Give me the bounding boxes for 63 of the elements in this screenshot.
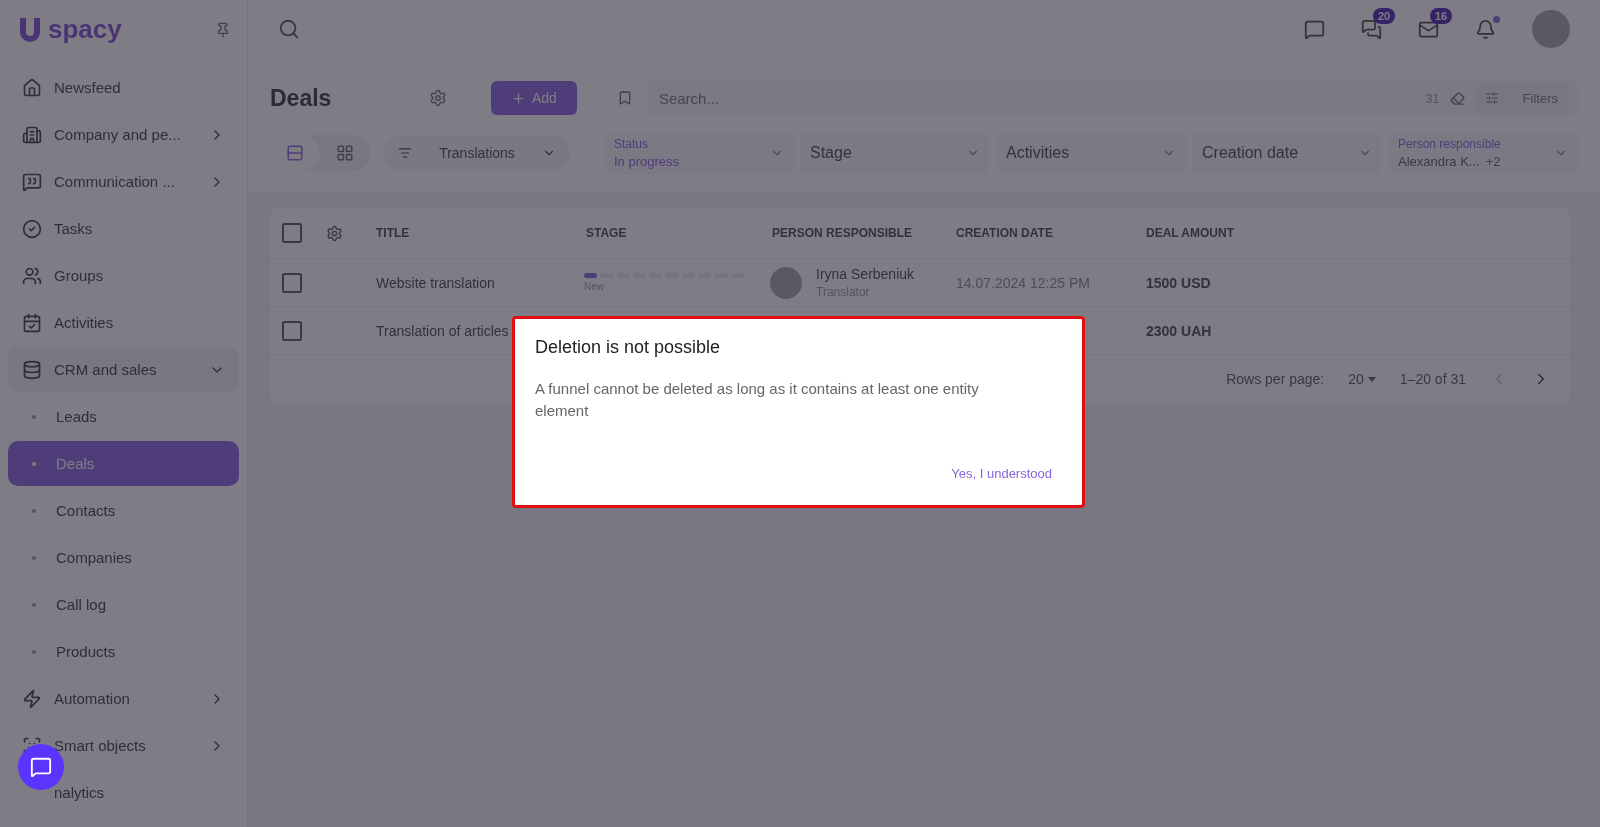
column-header[interactable]: DEAL AMOUNT bbox=[1122, 226, 1570, 240]
checkbox[interactable] bbox=[282, 223, 302, 243]
filter-icon bbox=[398, 146, 412, 160]
rows-per-page-select[interactable]: 20 bbox=[1348, 371, 1376, 387]
users-icon bbox=[22, 265, 42, 286]
checkbox[interactable] bbox=[282, 320, 302, 341]
page-title: Deals bbox=[270, 84, 333, 112]
confirm-button[interactable]: Yes, I understood bbox=[941, 460, 1062, 487]
user-avatar[interactable] bbox=[1532, 10, 1570, 48]
sidebar-subitem[interactable]: Call log bbox=[8, 582, 239, 627]
sidebar-item[interactable]: CRM and sales bbox=[8, 347, 239, 392]
logo[interactable]: spacy bbox=[16, 14, 122, 45]
dialog-message: A funnel cannot be deleted as long as it contains at least one entity element bbox=[535, 379, 980, 421]
sidebar-item[interactable]: nalytics bbox=[8, 770, 239, 815]
avatar-placeholder bbox=[770, 266, 802, 299]
bell-icon[interactable] bbox=[1475, 18, 1496, 40]
page-range: 1–20 of 31 bbox=[1399, 371, 1466, 387]
grid-icon bbox=[336, 144, 354, 162]
caret-down-icon bbox=[1367, 376, 1376, 382]
table-cell-text: 1500 USD bbox=[1145, 274, 1212, 291]
rows-icon bbox=[286, 144, 304, 162]
settings-icon[interactable] bbox=[429, 89, 447, 107]
sidebar-subitem[interactable]: Contacts bbox=[8, 488, 239, 533]
sidebar-item[interactable]: Communication ... bbox=[8, 159, 239, 204]
sidebar-item[interactable]: Automation bbox=[8, 676, 239, 721]
sidebar-subitem[interactable]: Products bbox=[8, 629, 239, 674]
sidebar-subitem[interactable]: Companies bbox=[8, 535, 239, 580]
lightning-icon bbox=[22, 688, 42, 709]
building-icon bbox=[22, 124, 42, 145]
pin-icon[interactable] bbox=[215, 21, 231, 38]
person-name: Iryna Serbeniuk bbox=[816, 266, 915, 282]
chats-icon[interactable] bbox=[1361, 18, 1382, 40]
stack-icon bbox=[22, 359, 42, 380]
sliders-icon bbox=[1484, 91, 1499, 105]
sidebar-item[interactable]: Company and pe... bbox=[8, 112, 239, 157]
search-icon[interactable] bbox=[278, 18, 300, 40]
sidebar-item[interactable]: Groups bbox=[8, 253, 239, 298]
sidebar-item[interactable]: Activities bbox=[8, 300, 239, 345]
table-cell-text: Website translation bbox=[376, 274, 496, 291]
settings-icon[interactable] bbox=[326, 224, 343, 242]
table-cell-text: Translation of articles bbox=[376, 322, 510, 339]
home-icon bbox=[22, 77, 42, 98]
chat-icon bbox=[22, 171, 42, 192]
column-header[interactable]: STAGE bbox=[562, 226, 748, 240]
plus-icon bbox=[511, 90, 526, 106]
count-badge: 20 bbox=[1373, 7, 1396, 24]
count-badge: 16 bbox=[1430, 7, 1453, 24]
column-header[interactable]: CREATION DATE bbox=[932, 226, 1122, 240]
sidebar-subitem[interactable]: Leads bbox=[8, 394, 239, 439]
checkbox[interactable] bbox=[282, 272, 302, 293]
rows-per-page-label: Rows per page: bbox=[1226, 371, 1325, 387]
table-cell-text: 2300 UAH bbox=[1145, 322, 1213, 339]
eraser-icon[interactable] bbox=[1449, 90, 1465, 106]
calendar-icon bbox=[22, 312, 42, 333]
column-header[interactable]: PERSON RESPONSIBLE bbox=[748, 226, 932, 240]
check-circle-icon bbox=[22, 218, 42, 239]
chat-icon[interactable] bbox=[1304, 18, 1325, 40]
pipeline-select[interactable]: Translations bbox=[384, 135, 570, 171]
chat-icon bbox=[30, 756, 52, 778]
sidebar-item[interactable]: Tasks bbox=[8, 206, 239, 251]
column-header[interactable]: TITLE bbox=[376, 226, 562, 240]
sidebar-item[interactable]: Newsfeed bbox=[8, 65, 239, 110]
dialog-title: Deletion is not possible bbox=[535, 337, 722, 358]
